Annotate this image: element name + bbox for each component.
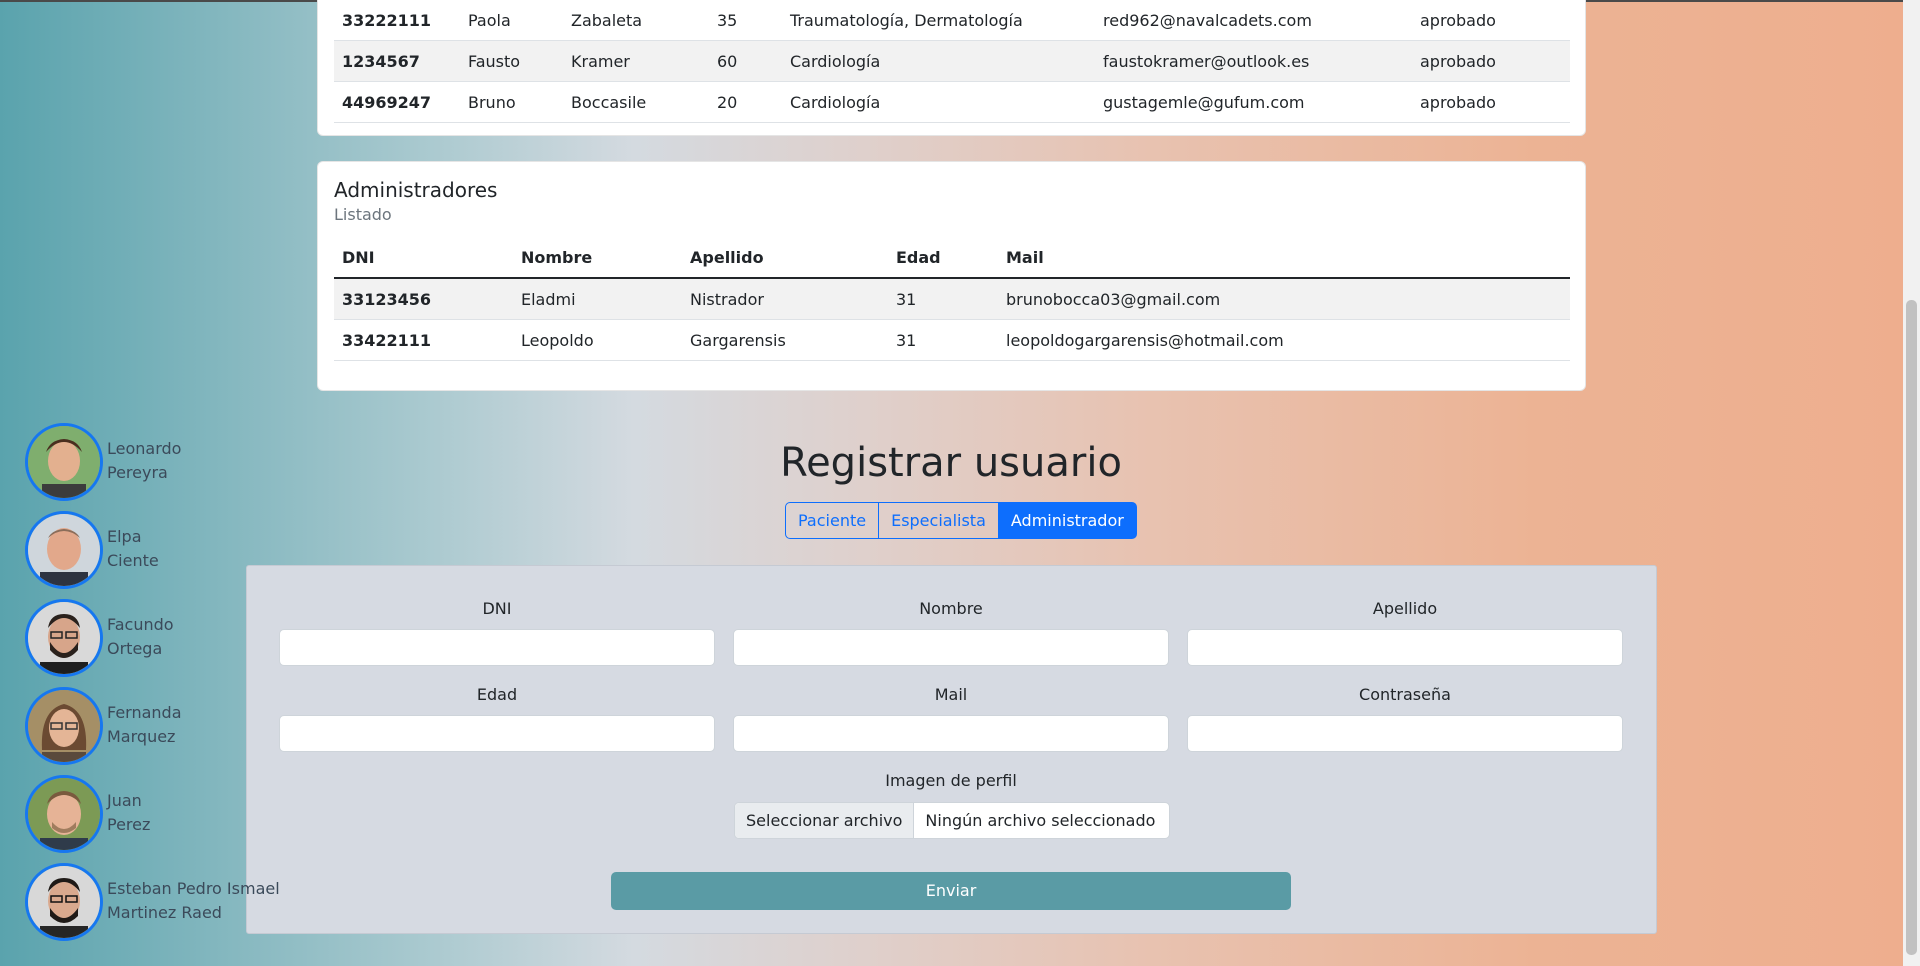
cell-edad: 20: [709, 81, 782, 123]
user-name: Fernanda Marquez: [107, 703, 182, 746]
file-status-text: Ningún archivo seleccionado: [925, 811, 1156, 830]
imagen-perfil-file-input[interactable]: Seleccionar archivo Ningún archivo selec…: [734, 802, 1170, 839]
administradores-card: Administradores Listado DNI Nombre Apell…: [317, 161, 1586, 391]
avatar: [25, 599, 103, 677]
contrasena-label: Contraseña: [1359, 685, 1451, 704]
user-name: Leonardo Pereyra: [107, 439, 182, 482]
cell-estado: aprobado: [1412, 40, 1570, 82]
cell-apellido: Kramer: [563, 40, 709, 82]
cell-edad: 31: [888, 319, 998, 361]
user-avatar-icon: [28, 602, 100, 674]
especialistas-table: 33222111 Paola Zabaleta 35 Traumatología…: [334, 0, 1570, 123]
dni-label: DNI: [482, 599, 512, 618]
avatar: [25, 775, 103, 853]
tab-administrador[interactable]: Administrador: [997, 502, 1137, 539]
especialistas-card: 33222111 Paola Zabaleta 35 Traumatología…: [317, 0, 1586, 136]
user-type-tabs: Paciente Especialista Administrador: [785, 502, 1137, 539]
card-title: Administradores: [334, 178, 498, 202]
mail-field[interactable]: [733, 715, 1169, 752]
nombre-field[interactable]: [733, 629, 1169, 666]
cell-edad: 31: [888, 278, 998, 320]
user-name: Facundo Ortega: [107, 615, 174, 658]
header-mail: Mail: [998, 237, 1570, 279]
avatar: [25, 423, 103, 501]
cell-apellido: Nistrador: [682, 278, 888, 320]
table-row[interactable]: 33222111 Paola Zabaleta 35 Traumatología…: [334, 0, 1570, 41]
cell-dni: 44969247: [334, 81, 460, 123]
tab-paciente[interactable]: Paciente: [785, 502, 880, 539]
cell-dni: 33123456: [334, 278, 513, 320]
cell-estado: aprobado: [1412, 0, 1570, 41]
cell-apellido: Zabaleta: [563, 0, 709, 41]
cell-especialidades: Traumatología, Dermatología: [782, 0, 1095, 41]
cell-apellido: Boccasile: [563, 81, 709, 123]
quick-user-leonardo-pereyra[interactable]: Leonardo Pereyra: [25, 423, 325, 503]
card-subtitle: Listado: [334, 205, 392, 224]
avatar: [25, 687, 103, 765]
user-avatar-icon: [28, 778, 100, 850]
quick-user-fernanda-marquez[interactable]: Fernanda Marquez: [25, 687, 325, 767]
cell-especialidades: Cardiología: [782, 81, 1095, 123]
user-avatar-icon: [28, 866, 100, 938]
user-name: Esteban Pedro Ismael Martinez Raed: [107, 879, 280, 922]
select-file-button[interactable]: Seleccionar archivo: [735, 803, 915, 838]
quick-user-juan-perez[interactable]: Juan Perez: [25, 775, 325, 855]
apellido-label: Apellido: [1372, 599, 1438, 618]
table-row[interactable]: 33123456 Eladmi Nistrador 31 brunobocca0…: [334, 278, 1570, 320]
cell-nombre: Leopoldo: [513, 319, 682, 361]
submit-button[interactable]: Enviar: [611, 872, 1291, 910]
table-header-row: DNI Nombre Apellido Edad Mail: [334, 237, 1570, 279]
cell-mail: leopoldogargarensis@hotmail.com: [998, 319, 1570, 361]
cell-dni: 33222111: [334, 0, 460, 41]
cell-mail: red962@navalcadets.com: [1095, 0, 1412, 41]
quick-user-elpa-ciente[interactable]: Elpa Ciente: [25, 511, 325, 591]
table-row[interactable]: 44969247 Bruno Boccasile 20 Cardiología …: [334, 81, 1570, 123]
edad-label: Edad: [476, 685, 518, 704]
tab-especialista[interactable]: Especialista: [878, 502, 999, 539]
quick-user-esteban-martinez-raed[interactable]: Esteban Pedro Ismael Martinez Raed: [25, 863, 325, 943]
user-avatar-icon: [28, 514, 100, 586]
header-edad: Edad: [888, 237, 998, 279]
user-name: Juan Perez: [107, 791, 151, 834]
header-dni: DNI: [334, 237, 513, 279]
contrasena-field[interactable]: [1187, 715, 1623, 752]
cell-dni: 33422111: [334, 319, 513, 361]
cell-edad: 35: [709, 0, 782, 41]
cell-dni: 1234567: [334, 40, 460, 82]
table-row[interactable]: 1234567 Fausto Kramer 60 Cardiología fau…: [334, 40, 1570, 82]
cell-estado: aprobado: [1412, 81, 1570, 123]
cell-edad: 60: [709, 40, 782, 82]
table-row[interactable]: 33422111 Leopoldo Gargarensis 31 leopold…: [334, 319, 1570, 361]
apellido-field[interactable]: [1187, 629, 1623, 666]
avatar: [25, 863, 103, 941]
page-scroll-thumb[interactable]: [1906, 300, 1917, 955]
cell-apellido: Gargarensis: [682, 319, 888, 361]
mail-label: Mail: [934, 685, 968, 704]
imagen-perfil-label: Imagen de perfil: [885, 771, 1017, 790]
administradores-table: DNI Nombre Apellido Edad Mail 33123456 E…: [334, 237, 1570, 361]
dni-field[interactable]: [279, 629, 715, 666]
cell-mail: brunobocca03@gmail.com: [998, 278, 1570, 320]
cell-nombre: Fausto: [460, 40, 563, 82]
cell-mail: faustokramer@outlook.es: [1095, 40, 1412, 82]
nombre-label: Nombre: [919, 599, 983, 618]
user-avatar-icon: [28, 690, 100, 762]
quick-user-facundo-ortega[interactable]: Facundo Ortega: [25, 599, 325, 679]
edad-field[interactable]: [279, 715, 715, 752]
avatar: [25, 511, 103, 589]
user-name: Elpa Ciente: [107, 527, 159, 570]
cell-nombre: Eladmi: [513, 278, 682, 320]
header-nombre: Nombre: [513, 237, 682, 279]
cell-especialidades: Cardiología: [782, 40, 1095, 82]
cell-mail: gustagemle@gufum.com: [1095, 81, 1412, 123]
header-apellido: Apellido: [682, 237, 888, 279]
cell-nombre: Bruno: [460, 81, 563, 123]
register-form: DNI Nombre Apellido Edad Mail Contraseña…: [246, 565, 1657, 934]
user-avatar-icon: [28, 426, 100, 498]
cell-nombre: Paola: [460, 0, 563, 41]
